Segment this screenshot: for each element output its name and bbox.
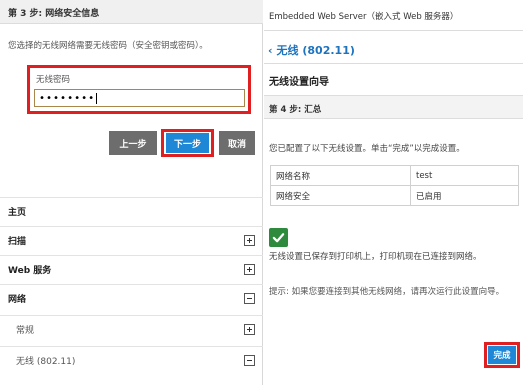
- nav-web-services-label: Web 服务: [8, 266, 52, 276]
- success-check-icon: [269, 228, 288, 247]
- collapse-minus-icon[interactable]: [244, 293, 255, 304]
- nav-network[interactable]: 网络: [0, 284, 263, 312]
- password-input[interactable]: ••••••••: [34, 89, 245, 107]
- back-link[interactable]: ‹ 无线 (802.11): [268, 42, 355, 58]
- table-cell-name: 网络安全: [270, 185, 411, 206]
- nav-scan[interactable]: 扫描: [0, 226, 263, 254]
- table-row: 网络名称 test: [270, 165, 519, 186]
- step3-header: 第 3 步: 网络安全信息: [0, 0, 263, 24]
- nav-general-label: 常规: [16, 326, 35, 336]
- back-link-label: 无线 (802.11): [276, 44, 355, 57]
- password-description: 您选择的无线网络需要无线密码（安全密钥或密码）。: [8, 41, 208, 51]
- confirm-text: 您已配置了以下无线设置。单击“完成”以完成设置。: [269, 144, 465, 154]
- expand-plus-icon[interactable]: [244, 264, 255, 275]
- expand-plus-icon[interactable]: [244, 235, 255, 246]
- password-highlight-box: 无线密码 ••••••••: [27, 65, 251, 114]
- expand-plus-icon[interactable]: [244, 324, 255, 335]
- nav-home[interactable]: 主页: [0, 197, 263, 225]
- next-button-highlight: 下一步: [161, 129, 214, 157]
- password-value: ••••••••: [39, 92, 96, 104]
- checkmark-icon: [272, 233, 285, 243]
- table-cell-value: test: [410, 165, 519, 186]
- table-cell-value: 已启用: [410, 185, 519, 206]
- nav-network-label: 网络: [8, 295, 27, 305]
- divider: [264, 63, 523, 64]
- step4-header: 第 4 步: 汇总: [264, 95, 523, 119]
- divider: [264, 30, 523, 31]
- collapse-minus-icon[interactable]: [244, 355, 255, 366]
- nav-wireless[interactable]: 无线 (802.11): [0, 346, 263, 374]
- nav-home-label: 主页: [8, 208, 27, 218]
- table-row: 网络安全 已启用: [270, 185, 519, 206]
- right-panel: Embedded Web Server（嵌入式 Web 服务器） ‹ 无线 (8…: [264, 0, 523, 385]
- nav-web-services[interactable]: Web 服务: [0, 255, 263, 283]
- next-button[interactable]: 下一步: [166, 133, 209, 153]
- wizard-title: 无线设置向导: [269, 77, 329, 88]
- nav-scan-label: 扫描: [8, 237, 27, 247]
- finish-button[interactable]: 完成: [488, 346, 516, 364]
- table-cell-name: 网络名称: [270, 165, 411, 186]
- finish-button-highlight: 完成: [484, 342, 520, 368]
- cancel-button[interactable]: 取消: [219, 131, 255, 155]
- left-panel: 第 3 步: 网络安全信息 您选择的无线网络需要无线密码（安全密钥或密码）。 无…: [0, 0, 263, 385]
- nav-wireless-label: 无线 (802.11): [16, 357, 76, 367]
- server-title: Embedded Web Server（嵌入式 Web 服务器）: [269, 12, 459, 22]
- saved-message: 无线设置已保存到打印机上，打印机现在已连接到网络。: [269, 252, 482, 262]
- text-caret: [96, 92, 98, 104]
- prev-button[interactable]: 上一步: [109, 131, 157, 155]
- nav-general[interactable]: 常规: [0, 315, 263, 343]
- chevron-left-icon: ‹: [268, 43, 273, 57]
- hint-message: 提示: 如果您要连接到其他无线网络，请再次运行此设置向导。: [269, 287, 505, 297]
- password-label: 无线密码: [36, 75, 71, 85]
- summary-table: 网络名称 test 网络安全 已启用: [270, 165, 519, 206]
